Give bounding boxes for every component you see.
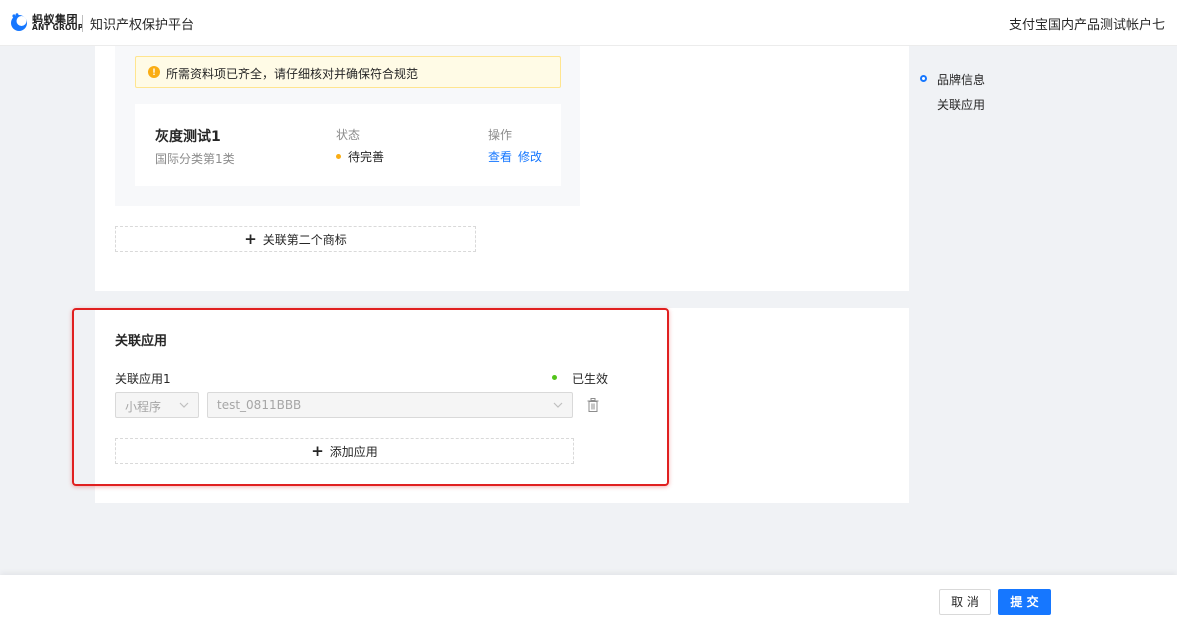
add-app-label: 添加应用 xyxy=(329,444,378,459)
active-anchor-ring-icon xyxy=(920,75,927,82)
trash-icon[interactable] xyxy=(587,398,599,412)
app-type-value: 小程序 xyxy=(125,400,162,414)
chevron-down-icon xyxy=(179,402,189,408)
linked-app-label: 关联应用1 xyxy=(115,372,171,386)
footer-action-bar: 取 消 提 交 xyxy=(0,575,1177,620)
brand-panel: 所需资料项已齐全，请仔细核对并确保符合规范 灰度测试1 国际分类第1类 状态 待… xyxy=(115,46,580,206)
edit-link[interactable]: 修改 xyxy=(518,148,542,165)
ant-group-logo[interactable]: 蚂蚁集团 ANT GROUP xyxy=(10,10,83,36)
linked-app-card: 关联应用 关联应用1 已生效 小程序 test_0811BBB + 添加应用 xyxy=(95,308,909,503)
active-status-text: 已生效 xyxy=(572,372,609,386)
account-name[interactable]: 支付宝国内产品测试帐户七 xyxy=(1009,14,1165,33)
plus-icon: + xyxy=(244,229,257,248)
app-name-value: test_0811BBB xyxy=(217,398,302,412)
cancel-button[interactable]: 取 消 xyxy=(939,589,991,615)
platform-title: 知识产权保护平台 xyxy=(90,18,195,33)
brand-info-card: 所需资料项已齐全，请仔细核对并确保符合规范 灰度测试1 国际分类第1类 状态 待… xyxy=(95,46,909,291)
brand-classification: 国际分类第1类 xyxy=(155,152,235,166)
anchor-item-brand-info[interactable]: 品牌信息 xyxy=(937,71,985,88)
alert-message: 所需资料项已齐全，请仔细核对并确保符合规范 xyxy=(166,67,419,81)
add-trademark-label: 关联第二个商标 xyxy=(262,232,347,247)
add-second-trademark-button[interactable]: + 关联第二个商标 xyxy=(115,226,476,252)
logo-text-en: ANT GROUP xyxy=(32,23,84,32)
operation-column-label: 操作 xyxy=(488,128,513,142)
add-app-button[interactable]: + 添加应用 xyxy=(115,438,574,464)
view-link[interactable]: 查看 xyxy=(488,148,512,165)
ant-logo-icon xyxy=(11,13,27,31)
header-divider xyxy=(82,15,83,32)
app-type-select[interactable]: 小程序 xyxy=(115,392,199,418)
anchor-item-linked-app[interactable]: 关联应用 xyxy=(937,96,985,113)
brand-name: 灰度测试1 xyxy=(155,129,221,145)
brand-item-row: 灰度测试1 国际分类第1类 状态 待完善 操作 查看 修改 xyxy=(135,104,561,186)
status-value: 待完善 xyxy=(348,150,385,164)
linked-app-section-title: 关联应用 xyxy=(115,334,168,349)
anchor-navigation: 品牌信息 关联应用 xyxy=(920,70,1120,120)
chevron-down-icon xyxy=(553,402,563,408)
status-dot-icon xyxy=(336,154,341,159)
plus-icon: + xyxy=(311,441,324,460)
status-column-label: 状态 xyxy=(336,128,361,142)
info-alert: 所需资料项已齐全，请仔细核对并确保符合规范 xyxy=(135,56,561,88)
app-name-select[interactable]: test_0811BBB xyxy=(207,392,573,418)
active-status-dot-icon xyxy=(552,375,557,380)
warning-icon xyxy=(148,66,160,78)
top-header: 蚂蚁集团 ANT GROUP 知识产权保护平台 支付宝国内产品测试帐户七 xyxy=(0,0,1177,46)
submit-button[interactable]: 提 交 xyxy=(998,589,1051,615)
